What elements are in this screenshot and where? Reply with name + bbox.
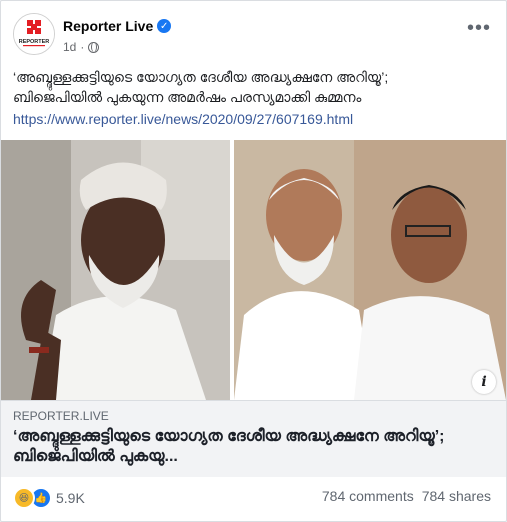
meta-separator: ·: [80, 40, 85, 54]
page-avatar[interactable]: REPORTER: [13, 13, 55, 55]
post-message-line-2: ബിജെപിയിൽ പുകയുന്ന അമർഷം പരസ്യമാക്കി കുമ…: [13, 89, 362, 105]
post-header: REPORTER Reporter Live ✓ 1d · •••: [13, 13, 493, 57]
post-card: REPORTER Reporter Live ✓ 1d · ••• ‘അബ്ദു…: [0, 0, 507, 522]
shares-count[interactable]: 784 shares: [422, 488, 491, 504]
photo-right-illustration: [234, 140, 506, 400]
preview-domain: REPORTER.LIVE: [13, 409, 109, 423]
post-message-line-1: ‘അബ്ദുള്ളക്കുട്ടിയുടെ യോഗ്യത ദേശീയ അദ്ധ്…: [13, 69, 389, 85]
page-name-link[interactable]: Reporter Live ✓: [63, 18, 172, 34]
post-link[interactable]: https://www.reporter.live/news/2020/09/2…: [13, 111, 353, 127]
link-image[interactable]: i: [1, 140, 506, 400]
comment-share-stats: 784 comments 784 shares: [322, 488, 491, 504]
verified-badge-icon: ✓: [157, 19, 172, 33]
comments-count[interactable]: 784 comments: [322, 488, 414, 504]
link-preview[interactable]: REPORTER.LIVE ‘അബ്ദുള്ളക്കുട്ടിയുടെ യോഗ്…: [1, 400, 506, 477]
reporter-logo-icon: REPORTER: [14, 14, 54, 54]
haha-icon: 😆: [13, 487, 35, 509]
globe-icon: [88, 41, 100, 53]
more-options-button[interactable]: •••: [467, 17, 491, 40]
photo-left: [1, 140, 230, 400]
post-message: ‘അബ്ദുള്ളക്കുട്ടിയുടെ യോഗ്യത ദേശീയ അദ്ധ്…: [13, 67, 497, 107]
reactions[interactable]: 😆 👍 5.9K: [13, 487, 85, 509]
post-time[interactable]: 1d: [63, 40, 76, 54]
preview-title[interactable]: ‘അബ്ദുള്ളക്കുട്ടിയുടെ യോഗ്യത ദേശീയ അദ്ധ്…: [13, 427, 483, 467]
reactions-count[interactable]: 5.9K: [56, 490, 85, 506]
photo-left-illustration: [1, 140, 230, 400]
photo-right: [234, 140, 506, 400]
info-button[interactable]: i: [472, 370, 496, 394]
page-name[interactable]: Reporter Live: [63, 18, 153, 34]
engagement-stats: 😆 👍 5.9K 784 comments 784 shares: [13, 487, 493, 509]
post-meta: 1d ·: [63, 40, 100, 54]
avatar-brand-text: REPORTER: [19, 39, 50, 45]
